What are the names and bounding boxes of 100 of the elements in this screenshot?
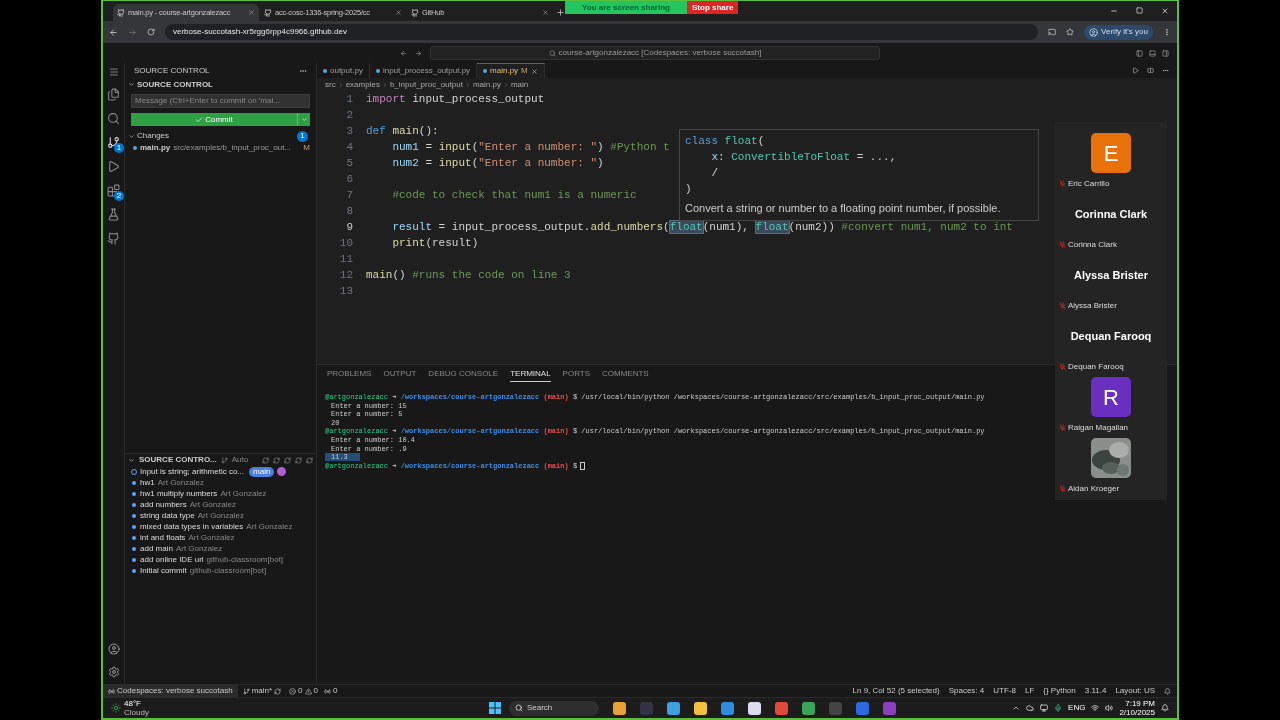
volume-icon[interactable] [1105, 704, 1114, 712]
taskbar-search-field[interactable]: Search [508, 700, 599, 716]
status-item[interactable]: Spaces: 4 [948, 685, 985, 697]
close-icon[interactable] [395, 9, 402, 16]
warning-count[interactable]: 0 [313, 685, 318, 697]
mic-icon[interactable] [1054, 704, 1063, 712]
status-item[interactable]: {} Python [1043, 685, 1076, 697]
status-item[interactable]: Ln 9, Col 52 (5 selected) [852, 685, 940, 697]
chevron-icon[interactable] [128, 132, 135, 140]
toolbar-icon[interactable] [306, 456, 313, 464]
toolbar-icon[interactable] [262, 456, 269, 464]
changed-file[interactable]: main.py src/examples/b_input_proc_out... M [125, 142, 316, 154]
commit-row[interactable]: hw1 multiply numbers Art Gonzalez [125, 488, 316, 499]
commit-row[interactable]: add main Art Gonzalez [125, 543, 316, 554]
participant-display-name: Alyssa Brister [1074, 267, 1148, 283]
commit-row[interactable]: hw1 Art Gonzalez [125, 477, 316, 488]
command-center[interactable]: course-artgonzalezacc [Codespaces: verbose succotash] [430, 46, 880, 60]
breadcrumb-item[interactable]: main.py [472, 78, 501, 91]
panel-tab[interactable]: OUTPUT [383, 367, 417, 381]
notifications-icon[interactable] [1164, 687, 1171, 695]
chevron-icon[interactable] [128, 456, 135, 464]
commit-row[interactable]: Initial commit github-classroom[bot] [125, 565, 316, 576]
notifications-icon[interactable] [1161, 704, 1169, 712]
toolbar-icon[interactable] [273, 456, 280, 464]
cloud-icon[interactable] [1026, 704, 1035, 712]
profile-button[interactable]: Verify it's you [1084, 24, 1153, 40]
status-item[interactable]: Layout: US [1115, 685, 1155, 697]
app-icon[interactable] [747, 701, 761, 715]
display-icon[interactable] [1040, 704, 1049, 712]
toolbar-icon[interactable] [284, 456, 291, 464]
commit-row[interactable]: add online IDE url github-classroom[bot] [125, 554, 316, 565]
section-title[interactable]: SOURCE CONTROL [137, 78, 213, 91]
split-icon[interactable] [1147, 67, 1154, 74]
commit-message-field[interactable]: Message (Ctrl+Enter to commit on 'mai... [131, 94, 310, 108]
ports-count[interactable]: 0 [333, 685, 338, 697]
panel-tab[interactable]: COMMENTS [602, 367, 649, 381]
new-tab-icon[interactable] [556, 8, 565, 17]
python-file-icon [375, 68, 380, 73]
breadcrumb-item[interactable]: b_input_proc_output [389, 78, 463, 91]
star-icon[interactable] [1066, 28, 1075, 36]
app-icon[interactable] [666, 701, 680, 715]
minimize-icon[interactable] [1110, 7, 1118, 15]
commit-row[interactable]: string data type Art Gonzalez [125, 510, 316, 521]
editor-tab[interactable]: main.py M [477, 63, 545, 78]
secondary-sidebar-icon[interactable] [1162, 49, 1169, 57]
tray-overflow-icon[interactable] [1012, 704, 1021, 712]
menu-icon[interactable] [108, 67, 119, 77]
sync-icon[interactable] [274, 687, 282, 695]
clock-time[interactable]: 7:19 PM [1125, 699, 1155, 708]
temperature[interactable]: 48°F [124, 699, 149, 708]
graph-title[interactable]: SOURCE CONTRO... [139, 454, 217, 466]
commit-row[interactable]: add numbers Art Gonzalez [125, 499, 316, 510]
forward-icon[interactable] [415, 49, 422, 57]
flask-icon[interactable] [107, 208, 120, 221]
run-icon[interactable] [107, 160, 120, 173]
error-icon [289, 687, 297, 695]
graph-mode[interactable]: Auto [231, 454, 249, 466]
status-item[interactable]: 3.11.4 [1084, 685, 1107, 697]
error-count[interactable]: 0 [298, 685, 303, 697]
panel-tab[interactable]: PORTS [562, 367, 591, 381]
close-icon[interactable] [542, 9, 549, 16]
run-icon[interactable] [1132, 67, 1139, 74]
stop-share-button[interactable]: Stop share [687, 1, 739, 14]
back-icon[interactable] [109, 27, 118, 37]
windows-logo-icon[interactable] [488, 702, 501, 714]
settings-icon[interactable] [107, 666, 120, 678]
changes-label[interactable]: Changes [137, 130, 170, 142]
app-icon[interactable] [693, 701, 707, 715]
files-icon[interactable] [107, 88, 120, 101]
panel-tab[interactable]: DEBUG CONSOLE [428, 367, 499, 381]
branch-name[interactable]: main* [251, 685, 273, 697]
commit-row[interactable]: mixed data types in variables Art Gonzalez [125, 521, 316, 532]
panel-tab[interactable]: PROBLEMS [327, 367, 372, 381]
github-icon[interactable] [107, 232, 120, 245]
sidebar-toggle-icon[interactable] [1136, 49, 1143, 57]
breadcrumb-item[interactable]: examples [345, 78, 380, 91]
back-icon[interactable] [400, 49, 407, 57]
address-bar[interactable]: verbose-succotash-xr5rgg6rpp4c9966.github.dev [165, 24, 1039, 40]
clock-date[interactable]: 2/10/2025 [1119, 708, 1155, 717]
wifi-icon[interactable] [1091, 704, 1100, 712]
toolbar-icon[interactable] [295, 456, 302, 464]
status-item[interactable]: LF [1024, 685, 1035, 697]
status-item[interactable]: UTF-8 [993, 685, 1016, 697]
breadcrumb-item[interactable]: src [325, 78, 336, 91]
app-icon[interactable] [612, 701, 626, 715]
account-icon[interactable] [107, 643, 120, 655]
maximize-icon[interactable] [1136, 7, 1143, 14]
search-icon[interactable] [107, 112, 120, 125]
app-icon[interactable] [801, 701, 815, 715]
chevron-icon[interactable] [128, 81, 135, 88]
commit-row[interactable]: int and floats Art Gonzalez [125, 532, 316, 543]
close-icon[interactable] [530, 67, 538, 75]
breadcrumb-item[interactable]: main [510, 78, 529, 91]
cast-icon[interactable] [1048, 28, 1057, 36]
language-indicator[interactable]: ENG [1068, 702, 1086, 714]
panel-tab[interactable]: TERMINAL [510, 366, 551, 382]
panel-toggle-icon[interactable] [1149, 49, 1156, 57]
menu-icon[interactable] [1163, 28, 1171, 36]
commit-row[interactable]: Input is string; arithmetic co... main [125, 466, 316, 477]
reload-icon[interactable] [147, 28, 155, 36]
